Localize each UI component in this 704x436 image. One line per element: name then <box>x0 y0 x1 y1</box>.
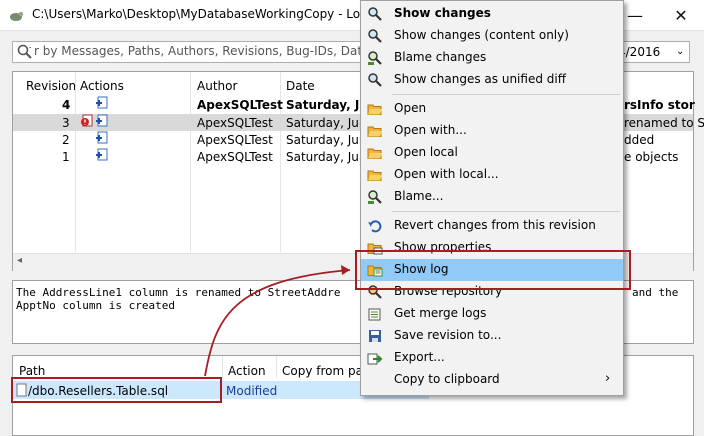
revision-cell[interactable]: 2 <box>62 133 70 147</box>
header-date[interactable]: Date <box>286 79 315 93</box>
magnifier-icon <box>368 7 382 21</box>
blame-icon <box>368 190 382 204</box>
scroll-left-icon[interactable]: ◂ <box>17 255 22 266</box>
menu-item-open[interactable]: Open <box>361 98 623 120</box>
message-line-1-tail: and the <box>632 286 679 299</box>
submenu-arrow-icon: › <box>605 371 611 386</box>
menu-item-label: Blame changes <box>394 50 487 64</box>
menu-item-label: Open local <box>394 145 458 159</box>
annotation-box <box>355 250 631 290</box>
author-cell[interactable]: ApexSQLTest <box>197 150 273 164</box>
menu-item-show-changes-content[interactable]: Show changes (content only) <box>361 25 623 47</box>
author-cell[interactable]: ApexSQLTest <box>197 98 283 112</box>
magnifier-icon <box>368 73 382 87</box>
revision-cell[interactable]: 4 <box>62 98 70 112</box>
menu-item-label: Show changes (content only) <box>394 28 569 42</box>
folder-open-icon <box>367 170 382 181</box>
author-cell[interactable]: ApexSQLTest <box>197 133 273 147</box>
menu-item-show-changes[interactable]: Show changes <box>361 3 623 25</box>
close-button[interactable]: ✕ <box>658 0 704 30</box>
menu-item-copy-to-clipboard[interactable]: Copy to clipboard › <box>361 369 623 391</box>
menu-item-label: Open with local... <box>394 167 499 181</box>
folder-open-icon <box>367 148 382 159</box>
column-divider <box>276 356 277 378</box>
menu-item-revert[interactable]: Revert changes from this revision <box>361 215 623 237</box>
menu-item-label: Open with... <box>394 123 467 137</box>
message-line-1: The AddressLine1 column is renamed to St… <box>16 286 341 299</box>
revision-cell[interactable]: 1 <box>62 150 70 164</box>
date-field[interactable]: 4/2016 <box>618 45 660 59</box>
window-title: C:\Users\Marko\Desktop\MyDatabaseWorking… <box>32 7 396 21</box>
menu-item-export[interactable]: Export... <box>361 347 623 369</box>
folder-open-icon <box>367 126 382 137</box>
blame-icon <box>368 51 382 65</box>
menu-item-label: Get merge logs <box>394 306 487 320</box>
modified-action-icon <box>96 114 108 127</box>
menu-item-blame[interactable]: Blame... <box>361 186 623 208</box>
revision-cell[interactable]: 3 <box>62 116 70 130</box>
menu-item-open-local[interactable]: Open local <box>361 142 623 164</box>
deleted-action-icon <box>81 114 93 127</box>
added-action-icon <box>96 131 108 144</box>
chevron-down-icon[interactable]: ⌄ <box>676 46 684 57</box>
revert-icon <box>368 220 382 233</box>
menu-separator <box>392 211 620 212</box>
message-cell[interactable]: renamed to S <box>624 116 704 130</box>
header-path[interactable]: Path <box>19 364 45 378</box>
menu-item-label: Blame... <box>394 189 444 203</box>
menu-item-unified-diff[interactable]: Show changes as unified diff <box>361 69 623 91</box>
header-actions[interactable]: Actions <box>80 79 124 93</box>
action-cell[interactable]: Modified <box>226 384 277 398</box>
menu-item-save-revision[interactable]: Save revision to... <box>361 325 623 347</box>
menu-item-label: Revert changes from this revision <box>394 218 596 232</box>
author-cell[interactable]: ApexSQLTest <box>197 116 273 130</box>
header-revision[interactable]: Revision <box>26 79 76 93</box>
merge-icon <box>368 308 381 321</box>
save-icon <box>369 330 381 342</box>
added-action-icon <box>96 96 108 109</box>
message-cell[interactable]: rsInfo stor <box>624 98 695 112</box>
menu-item-label: Open <box>394 101 427 115</box>
menu-item-label: Show changes as unified diff <box>394 72 566 86</box>
menu-item-label: Copy to clipboard <box>394 372 500 386</box>
menu-item-open-with[interactable]: Open with... <box>361 120 623 142</box>
menu-item-label: Show changes <box>394 6 491 20</box>
message-cell[interactable]: e objects <box>624 150 678 164</box>
menu-item-open-with-local[interactable]: Open with local... <box>361 164 623 186</box>
annotation-box <box>11 377 222 403</box>
search-icon[interactable] <box>16 43 34 61</box>
export-icon <box>367 353 383 365</box>
header-author[interactable]: Author <box>197 79 237 93</box>
menu-item-label: Export... <box>394 350 445 364</box>
message-line-2: ApptNo column is created <box>16 299 175 312</box>
column-divider <box>190 72 191 252</box>
magnifier-icon <box>368 29 382 43</box>
menu-item-get-merge-logs[interactable]: Get merge logs <box>361 303 623 325</box>
folder-open-icon <box>367 104 382 115</box>
added-action-icon <box>96 148 108 161</box>
message-cell[interactable]: dded <box>624 133 654 147</box>
tortoise-app-icon <box>10 11 24 21</box>
menu-item-label: Save revision to... <box>394 328 502 342</box>
column-divider <box>222 356 223 378</box>
column-divider <box>75 72 76 252</box>
menu-separator <box>392 94 620 95</box>
menu-item-blame-changes[interactable]: Blame changes <box>361 47 623 69</box>
header-action[interactable]: Action <box>228 364 266 378</box>
